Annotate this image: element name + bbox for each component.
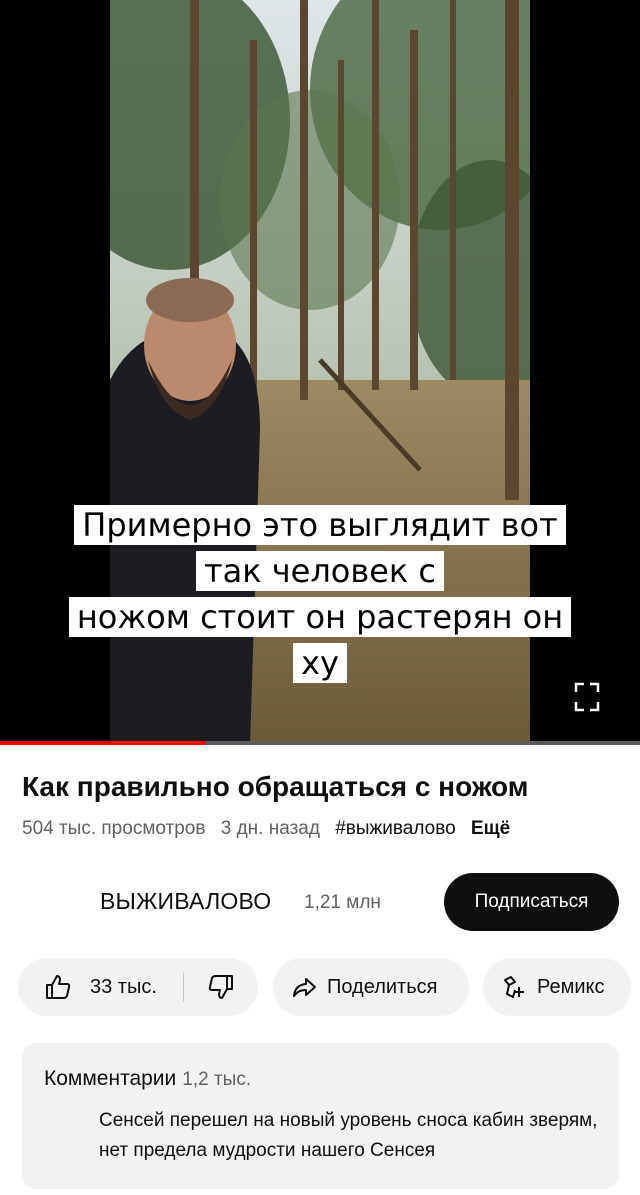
subtitles: Примерно это выглядит вот так человек с … [0, 505, 640, 689]
comments-header: Комментарии 1,2 тыс. [44, 1067, 251, 1091]
like-dislike-group: 33 тыс. [18, 958, 258, 1016]
comments-count: 1,2 тыс. [182, 1069, 252, 1090]
channel-row[interactable]: ВЫЖИВАЛОВО 1,21 млн Подписаться [0, 872, 640, 932]
remix-icon [504, 976, 524, 998]
like-button[interactable]: 33 тыс. [18, 958, 157, 1016]
top-comment: Сенсей перешел на новый уровень сноса ка… [99, 1110, 598, 1161]
share-icon [293, 978, 316, 997]
dislike-button[interactable] [184, 958, 258, 1016]
subtitle-line: ножом стоит он растерян он [68, 597, 572, 637]
share-button[interactable]: Поделиться [273, 958, 469, 1016]
action-bar: 33 тыс. Поделиться Ремикс [0, 958, 640, 1016]
subtitle-line: Примерно это выглядит вот [74, 505, 566, 545]
comments-section[interactable]: Комментарии 1,2 тыс. Сенсей перешел на но… [22, 1043, 619, 1189]
video-player[interactable]: Примерно это выглядит вот так человек с … [0, 0, 640, 745]
like-count: 33 тыс. [90, 975, 157, 998]
upload-date: 3 дн. назад [220, 818, 320, 839]
comments-title: Комментарии [44, 1067, 177, 1090]
channel-name[interactable]: ВЫЖИВАЛОВО [100, 888, 271, 915]
subtitle-line: так человек с [195, 551, 444, 591]
thumbs-down-icon [208, 975, 233, 999]
progress-bar[interactable] [0, 741, 640, 745]
subscribe-button[interactable]: Подписаться [444, 873, 619, 931]
subscriber-count: 1,21 млн [304, 892, 381, 913]
remix-button[interactable]: Ремикс [483, 958, 631, 1016]
video-title: Как правильно обращаться с ножом [22, 771, 529, 802]
hashtag-link[interactable]: #выживалово [335, 818, 455, 839]
more-button[interactable]: Ещё [471, 818, 510, 839]
remix-label: Ремикс [537, 975, 605, 998]
view-count: 504 тыс. просмотров [22, 818, 206, 839]
video-metadata[interactable]: 504 тыс. просмотров 3 дн. назад #выживал… [22, 818, 520, 840]
thumbs-up-icon [46, 975, 71, 999]
fullscreen-button[interactable] [568, 676, 606, 718]
subtitle-line: ху [293, 643, 347, 683]
share-label: Поделиться [327, 975, 438, 998]
progress-bar-played [0, 741, 205, 745]
fullscreen-icon [574, 682, 600, 712]
